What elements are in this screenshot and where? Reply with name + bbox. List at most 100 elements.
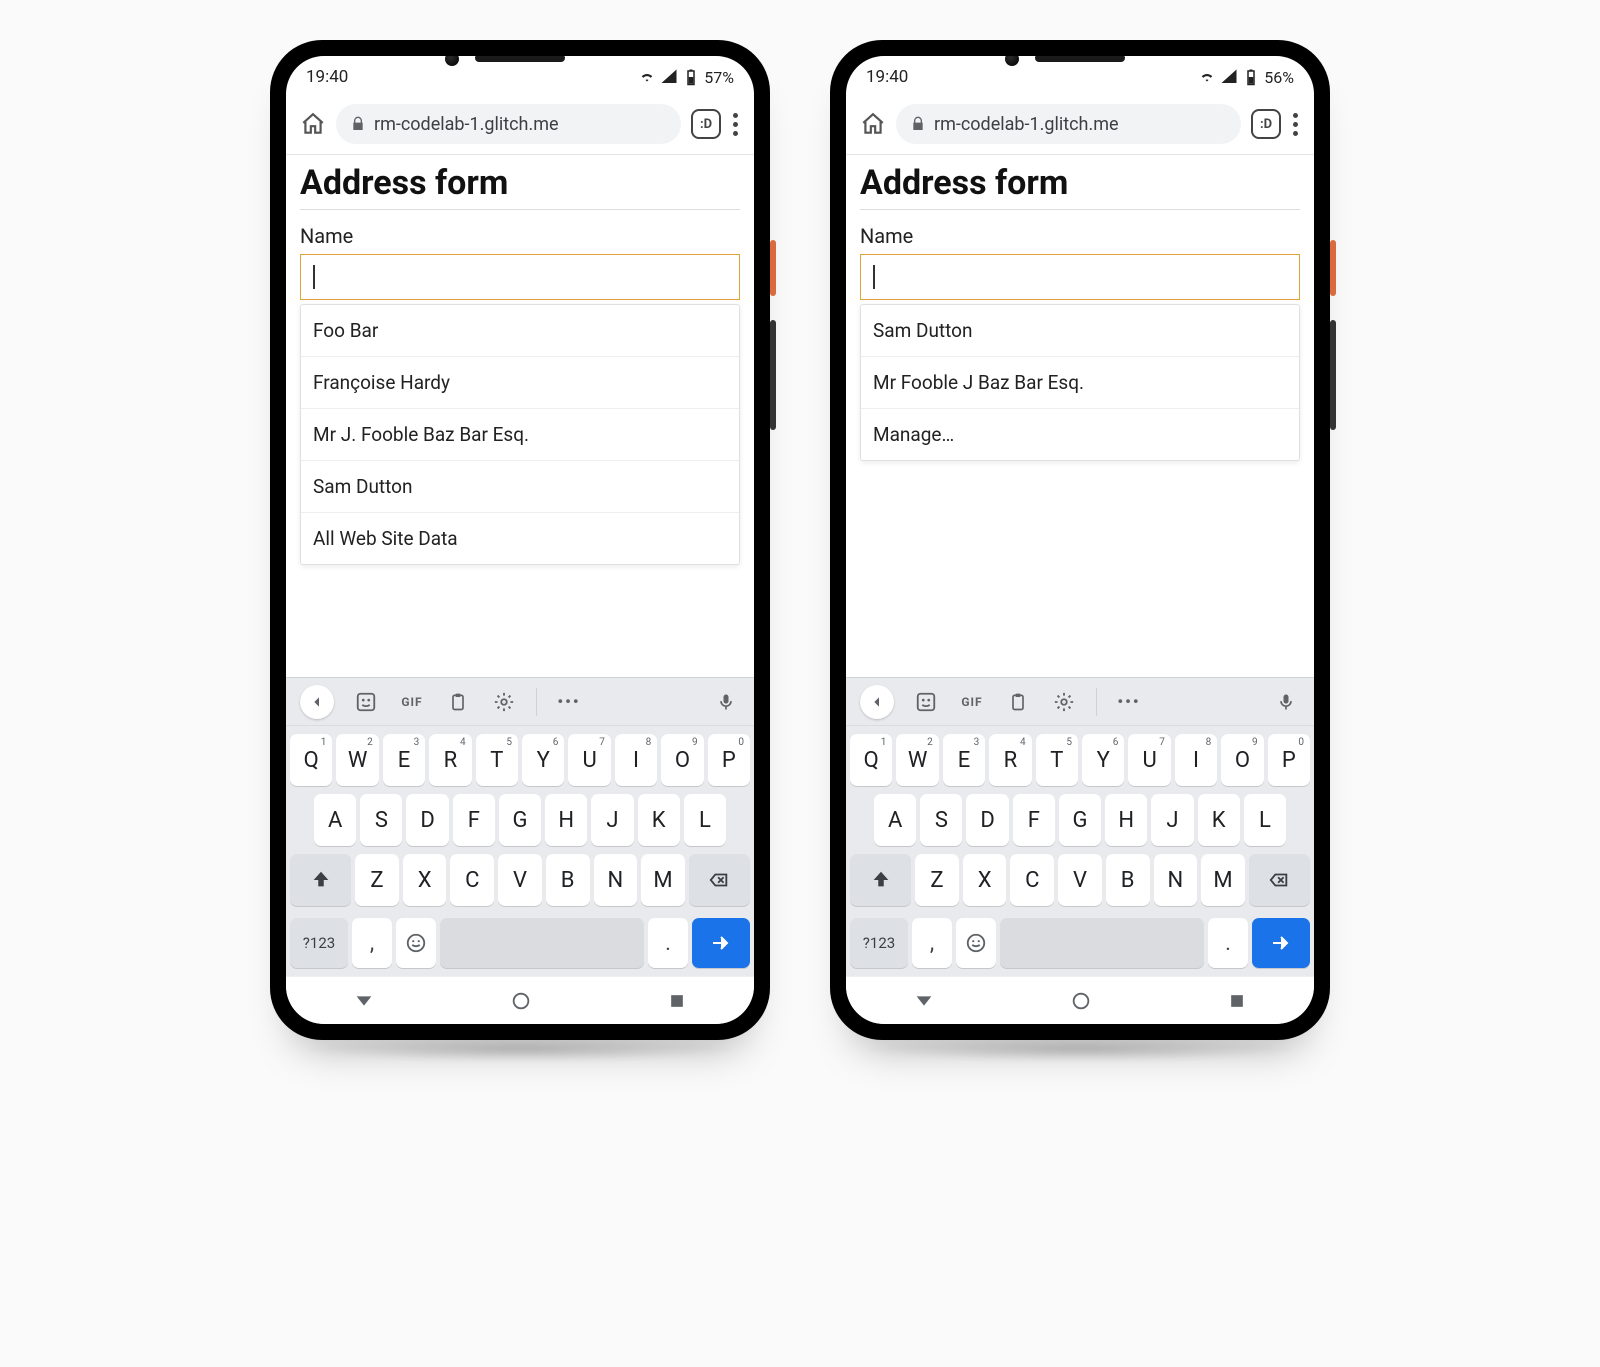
volume-button[interactable] bbox=[770, 320, 776, 430]
suggestion-item[interactable]: Sam Dutton bbox=[861, 305, 1299, 357]
key-w[interactable]: 2W bbox=[896, 734, 938, 786]
key-j[interactable]: J bbox=[1151, 794, 1193, 846]
key-period[interactable]: . bbox=[648, 918, 688, 968]
nav-home-icon[interactable] bbox=[510, 990, 532, 1012]
key-q[interactable]: 1Q bbox=[850, 734, 892, 786]
key-k[interactable]: K bbox=[1198, 794, 1240, 846]
home-icon[interactable] bbox=[860, 111, 886, 137]
key-z[interactable]: Z bbox=[915, 854, 959, 906]
gif-button[interactable]: GIF bbox=[958, 688, 986, 716]
gear-icon[interactable] bbox=[490, 688, 518, 716]
key-enter[interactable] bbox=[692, 918, 750, 968]
kb-collapse-icon[interactable] bbox=[860, 685, 894, 719]
key-l[interactable]: L bbox=[1244, 794, 1286, 846]
key-f[interactable]: F bbox=[1013, 794, 1055, 846]
key-s[interactable]: S bbox=[360, 794, 402, 846]
key-w[interactable]: 2W bbox=[336, 734, 378, 786]
suggestion-item[interactable]: Sam Dutton bbox=[301, 461, 739, 513]
key-v[interactable]: V bbox=[498, 854, 542, 906]
nav-back-icon[interactable] bbox=[353, 990, 375, 1012]
power-button[interactable] bbox=[770, 240, 776, 296]
key-g[interactable]: G bbox=[1059, 794, 1101, 846]
key-m[interactable]: M bbox=[1201, 854, 1245, 906]
suggestion-item[interactable]: Françoise Hardy bbox=[301, 357, 739, 409]
key-a[interactable]: A bbox=[314, 794, 356, 846]
key-shift[interactable] bbox=[850, 854, 911, 906]
sticker-icon[interactable] bbox=[912, 688, 940, 716]
key-backspace[interactable] bbox=[1249, 854, 1310, 906]
suggestion-item[interactable]: All Web Site Data bbox=[301, 513, 739, 564]
power-button[interactable] bbox=[1330, 240, 1336, 296]
key-o[interactable]: 9O bbox=[1221, 734, 1263, 786]
kb-collapse-icon[interactable] bbox=[300, 685, 334, 719]
key-comma[interactable]: , bbox=[912, 918, 952, 968]
address-bar[interactable]: rm-codelab-1.glitch.me bbox=[336, 104, 681, 144]
key-r[interactable]: 4R bbox=[429, 734, 471, 786]
suggestion-item[interactable]: Foo Bar bbox=[301, 305, 739, 357]
key-x[interactable]: X bbox=[403, 854, 447, 906]
gear-icon[interactable] bbox=[1050, 688, 1078, 716]
key-v[interactable]: V bbox=[1058, 854, 1102, 906]
mic-icon[interactable] bbox=[1272, 688, 1300, 716]
volume-button[interactable] bbox=[1330, 320, 1336, 430]
key-b[interactable]: B bbox=[1106, 854, 1150, 906]
key-emoji[interactable] bbox=[956, 918, 996, 968]
key-symbols[interactable]: ?123 bbox=[290, 918, 348, 968]
clipboard-icon[interactable] bbox=[444, 688, 472, 716]
key-space[interactable] bbox=[440, 918, 644, 968]
key-q[interactable]: 1Q bbox=[290, 734, 332, 786]
key-comma[interactable]: , bbox=[352, 918, 392, 968]
key-f[interactable]: F bbox=[453, 794, 495, 846]
key-a[interactable]: A bbox=[874, 794, 916, 846]
key-h[interactable]: H bbox=[545, 794, 587, 846]
nav-recents-icon[interactable] bbox=[667, 991, 687, 1011]
tab-switcher[interactable]: :D bbox=[1251, 109, 1281, 139]
key-c[interactable]: C bbox=[450, 854, 494, 906]
home-icon[interactable] bbox=[300, 111, 326, 137]
address-bar[interactable]: rm-codelab-1.glitch.me bbox=[896, 104, 1241, 144]
nav-home-icon[interactable] bbox=[1070, 990, 1092, 1012]
suggestion-item[interactable]: Manage… bbox=[861, 409, 1299, 460]
key-p[interactable]: 0P bbox=[1268, 734, 1310, 786]
sticker-icon[interactable] bbox=[352, 688, 380, 716]
key-p[interactable]: 0P bbox=[708, 734, 750, 786]
key-y[interactable]: 6Y bbox=[522, 734, 564, 786]
key-x[interactable]: X bbox=[963, 854, 1007, 906]
key-h[interactable]: H bbox=[1105, 794, 1147, 846]
key-e[interactable]: 3E bbox=[383, 734, 425, 786]
more-icon[interactable]: ••• bbox=[1115, 688, 1143, 716]
key-e[interactable]: 3E bbox=[943, 734, 985, 786]
key-space[interactable] bbox=[1000, 918, 1204, 968]
key-c[interactable]: C bbox=[1010, 854, 1054, 906]
key-n[interactable]: N bbox=[594, 854, 638, 906]
key-u[interactable]: 7U bbox=[568, 734, 610, 786]
key-b[interactable]: B bbox=[546, 854, 590, 906]
overflow-menu-icon[interactable] bbox=[1291, 113, 1300, 136]
key-r[interactable]: 4R bbox=[989, 734, 1031, 786]
more-icon[interactable]: ••• bbox=[555, 688, 583, 716]
key-t[interactable]: 5T bbox=[1036, 734, 1078, 786]
key-y[interactable]: 6Y bbox=[1082, 734, 1124, 786]
clipboard-icon[interactable] bbox=[1004, 688, 1032, 716]
overflow-menu-icon[interactable] bbox=[731, 113, 740, 136]
key-d[interactable]: D bbox=[406, 794, 448, 846]
tab-switcher[interactable]: :D bbox=[691, 109, 721, 139]
key-z[interactable]: Z bbox=[355, 854, 399, 906]
key-j[interactable]: J bbox=[591, 794, 633, 846]
key-enter[interactable] bbox=[1252, 918, 1310, 968]
name-input[interactable] bbox=[300, 254, 740, 300]
key-backspace[interactable] bbox=[689, 854, 750, 906]
nav-back-icon[interactable] bbox=[913, 990, 935, 1012]
key-o[interactable]: 9O bbox=[661, 734, 703, 786]
key-n[interactable]: N bbox=[1154, 854, 1198, 906]
key-m[interactable]: M bbox=[641, 854, 685, 906]
key-u[interactable]: 7U bbox=[1128, 734, 1170, 786]
key-i[interactable]: 8I bbox=[1175, 734, 1217, 786]
name-input[interactable] bbox=[860, 254, 1300, 300]
key-g[interactable]: G bbox=[499, 794, 541, 846]
suggestion-item[interactable]: Mr J. Fooble Baz Bar Esq. bbox=[301, 409, 739, 461]
key-emoji[interactable] bbox=[396, 918, 436, 968]
key-i[interactable]: 8I bbox=[615, 734, 657, 786]
key-period[interactable]: . bbox=[1208, 918, 1248, 968]
key-t[interactable]: 5T bbox=[476, 734, 518, 786]
